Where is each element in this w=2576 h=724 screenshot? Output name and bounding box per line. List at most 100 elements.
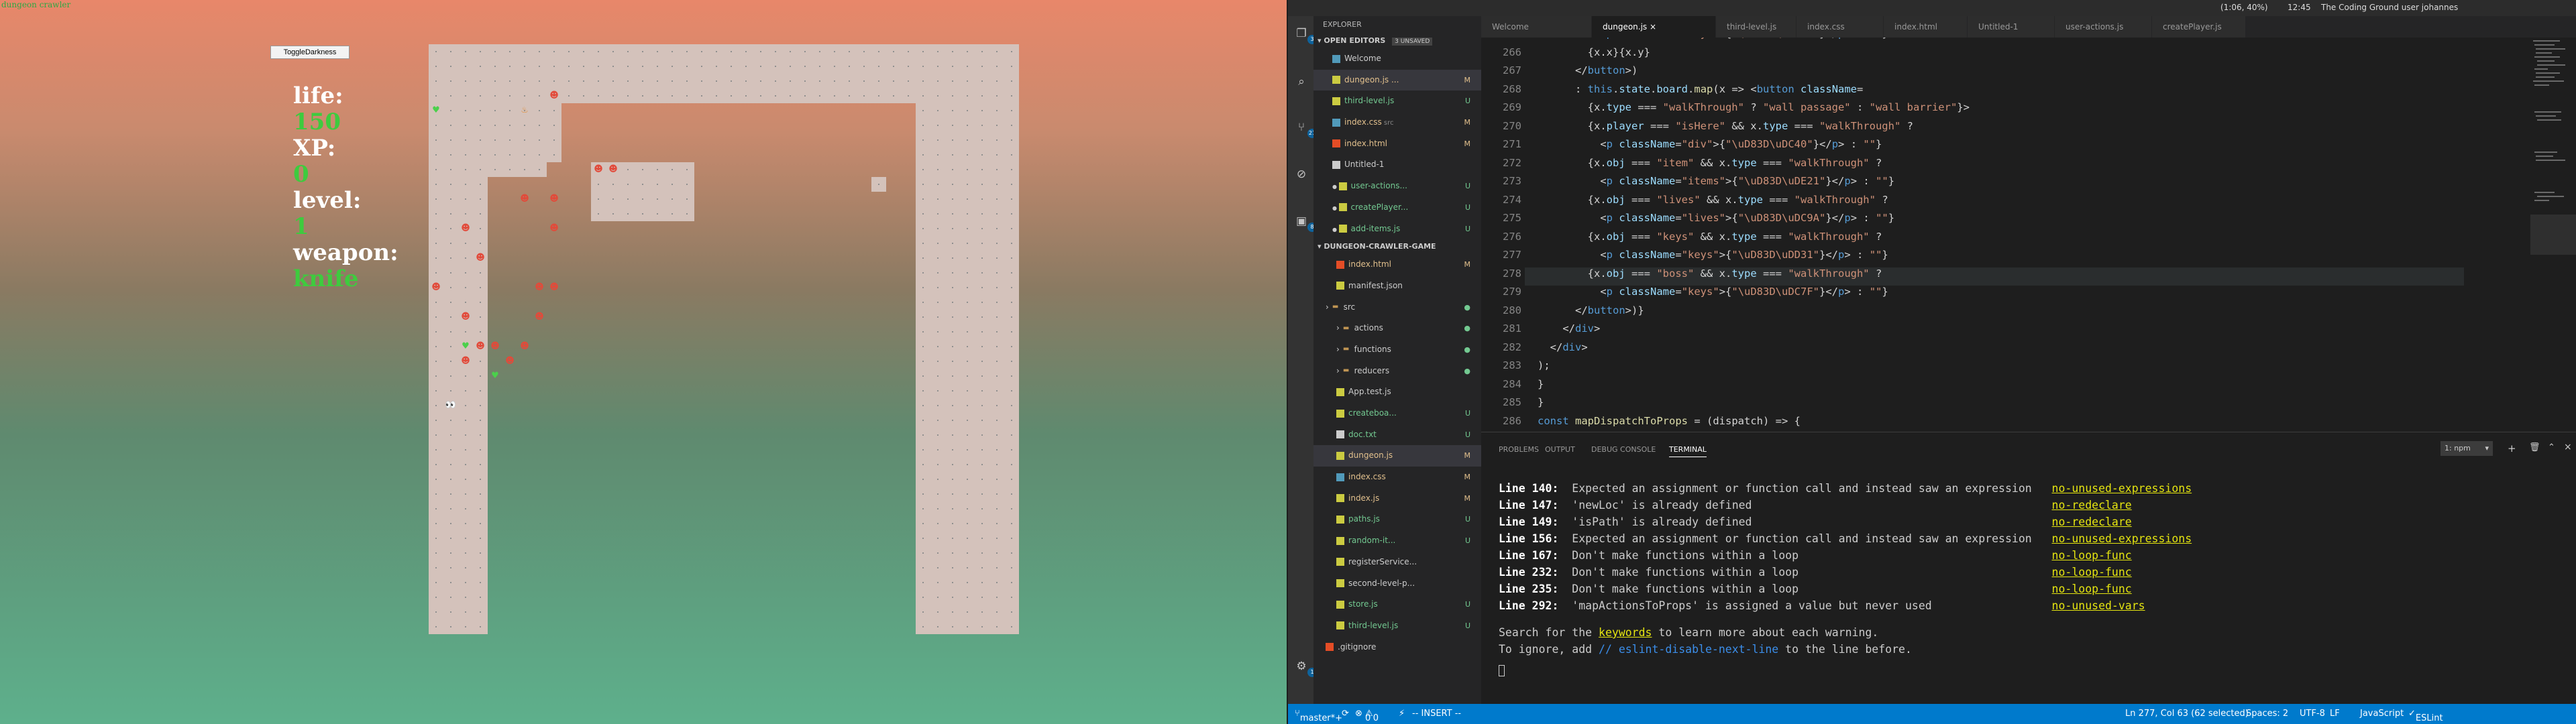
chevron-up-icon[interactable]: ⌃	[2548, 442, 2555, 452]
search-icon[interactable]: ⌕	[1294, 75, 1309, 90]
code-editor[interactable]: 265 <p className="keys">{"\uD83D\uDD31"}…	[1481, 38, 2576, 432]
editor-tab[interactable]: index.css	[1796, 16, 1884, 38]
file-item[interactable]: random-it... U	[1313, 530, 1481, 552]
file-item[interactable]: index.js M	[1313, 488, 1481, 509]
git-branch[interactable]: ⑂ master*+	[1295, 709, 1342, 723]
file-item[interactable]: doc.txt U	[1313, 424, 1481, 446]
rule-link[interactable]: no-redeclare	[2052, 516, 2132, 528]
encoding[interactable]: UTF-8	[2300, 709, 2325, 719]
gear-icon[interactable]: ⚙ 1	[1294, 660, 1317, 677]
code-line[interactable]: </div>	[1538, 341, 1588, 353]
file-item[interactable]: ● createPlayer... U	[1313, 197, 1481, 219]
extensions-icon[interactable]: ▣ 8	[1294, 215, 1317, 232]
code-line[interactable]: <p className="items">{"\uD83D\uDE21"}</p…	[1538, 175, 1894, 187]
editor-tab[interactable]: third-level.js	[1716, 16, 1796, 38]
file-item[interactable]: third-level.js U	[1313, 615, 1481, 637]
tab-problems[interactable]: PROBLEMS	[1499, 445, 1539, 454]
editor-tab[interactable]: index.html	[1884, 16, 1968, 38]
tab-debug-console[interactable]: DEBUG CONSOLE	[1591, 445, 1656, 454]
code-line[interactable]: </button>)}	[1538, 304, 1644, 316]
rule-link[interactable]: no-loop-func	[2052, 549, 2132, 562]
file-item[interactable]: registerService...	[1313, 552, 1481, 573]
file-item[interactable]: ● add-items.js U	[1313, 219, 1481, 240]
project-header[interactable]: ▾ DUNGEON-CRAWLER-GAME	[1313, 239, 1481, 254]
tab-terminal[interactable]: TERMINAL	[1669, 445, 1707, 457]
debug-icon[interactable]: ⊘	[1294, 168, 1309, 182]
file-item[interactable]: third-level.js U	[1313, 90, 1481, 112]
eslint-status[interactable]: ✓ ESLint	[2408, 709, 2443, 723]
add-terminal-icon[interactable]: +	[2508, 442, 2516, 455]
code-line[interactable]: <p className="keys">{"\uD83D\uDD31"}</p>…	[1538, 38, 1888, 40]
close-icon[interactable]: ×	[1647, 22, 1656, 32]
code-line[interactable]: const mapDispatchToProps = (dispatch) =>…	[1538, 415, 1801, 427]
code-line[interactable]: {x.x}{x.y}	[1538, 46, 1650, 58]
file-item[interactable]: › ▬ reducers ●	[1313, 361, 1481, 382]
explorer-icon[interactable]: ❐ 3	[1294, 27, 1317, 44]
file-item[interactable]: › ▬ src ●	[1313, 297, 1481, 318]
file-item[interactable]: createboa... U	[1313, 403, 1481, 424]
file-item[interactable]: Welcome	[1313, 48, 1481, 70]
file-item[interactable]: ● user-actions... U	[1313, 176, 1481, 197]
open-editors-header[interactable]: ▾ OPEN EDITORS 3 UNSAVED	[1313, 34, 1481, 48]
cursor-position[interactable]: Ln 277, Col 63 (62 selected)	[2125, 709, 2249, 719]
floor-tile	[916, 103, 930, 118]
keywords-link[interactable]: keywords	[1599, 626, 1652, 639]
code-line[interactable]: );	[1538, 359, 1550, 371]
editor-tab[interactable]: Untitled-1	[1968, 16, 2055, 38]
file-item[interactable]: paths.js U	[1313, 509, 1481, 530]
file-item[interactable]: › ▬ functions ●	[1313, 339, 1481, 361]
tab-output[interactable]: OUTPUT	[1545, 445, 1575, 454]
file-item[interactable]: store.js U	[1313, 594, 1481, 615]
editor-tab[interactable]: createPlayer.js	[2152, 16, 2246, 38]
code-line[interactable]: {x.obj === "keys" && x.type === "walkThr…	[1538, 231, 1882, 243]
editor-tab[interactable]: user-actions.js	[2055, 16, 2152, 38]
rule-link[interactable]: no-loop-func	[2052, 583, 2132, 595]
minimap[interactable]	[2530, 38, 2576, 432]
close-panel-icon[interactable]: ×	[2564, 442, 2572, 452]
code-line[interactable]: : this.state.board.map(x => <button clas…	[1538, 83, 1863, 95]
code-line[interactable]: {x.obj === "lives" && x.type === "walkTh…	[1538, 194, 1888, 206]
source-control-icon[interactable]: ⑂ 21	[1294, 121, 1317, 138]
code-line[interactable]: }	[1538, 396, 1544, 408]
user-name[interactable]: The Coding Ground user johannes	[2321, 3, 2458, 12]
file-item[interactable]: dungeon.js M	[1313, 445, 1481, 467]
file-item[interactable]: index.css src M	[1313, 112, 1481, 133]
code-line[interactable]: <p className="lives">{"\uD83D\uDC9A"}</p…	[1538, 212, 1894, 224]
rule-link[interactable]: no-unused-expressions	[2052, 532, 2192, 545]
code-line[interactable]: </button>)	[1538, 64, 1638, 76]
toggle-darkness-button[interactable]: ToggleDarkness	[270, 46, 350, 59]
file-item[interactable]: index.html M	[1313, 133, 1481, 155]
line-ending[interactable]: LF	[2330, 709, 2340, 719]
code-line[interactable]: {x.obj === "item" && x.type === "walkThr…	[1538, 157, 1882, 169]
code-line[interactable]: }	[1538, 378, 1544, 390]
file-item[interactable]: dungeon.js ... M	[1313, 69, 1481, 91]
code-line[interactable]: {x.obj === "boss" && x.type === "walkThr…	[1538, 267, 1882, 280]
file-item[interactable]: index.html M	[1313, 254, 1481, 276]
problems-count[interactable]: ⊗ 0 ⚠ 0	[1355, 709, 1379, 723]
code-line[interactable]: <p className="div">{"\uD83D\uDC40"}</p> …	[1538, 138, 1882, 150]
code-line[interactable]: <p className="keys">{"\uD83D\uDC7F"}</p>…	[1538, 286, 1888, 298]
rule-link[interactable]: no-redeclare	[2052, 499, 2132, 511]
editor-tab[interactable]: dungeon.js ×	[1592, 16, 1716, 38]
file-item[interactable]: Untitled-1	[1313, 154, 1481, 176]
terminal-output[interactable]: Line 140: Expected an assignment or func…	[1499, 480, 2192, 681]
code-line[interactable]: {x.type === "walkThrough" ? "wall passag…	[1538, 101, 1970, 113]
code-line[interactable]: </div>	[1538, 322, 1600, 335]
file-item[interactable]: .gitignore	[1313, 637, 1481, 658]
indentation[interactable]: Spaces: 2	[2246, 709, 2288, 719]
terminal-select[interactable]: 1: npm ▾	[2440, 441, 2493, 456]
language-mode[interactable]: JavaScript	[2360, 709, 2404, 719]
trash-icon[interactable]: 🗑	[2529, 442, 2540, 452]
rule-link[interactable]: no-loop-func	[2052, 566, 2132, 579]
file-item[interactable]: second-level-p...	[1313, 573, 1481, 595]
file-item[interactable]: index.css M	[1313, 467, 1481, 488]
sync-icon[interactable]: ⟳	[1342, 709, 1349, 719]
editor-tab[interactable]: Welcome	[1481, 16, 1592, 38]
file-item[interactable]: › ▬ actions ●	[1313, 318, 1481, 339]
code-line[interactable]: <p className="keys">{"\uD83D\uDD31"}</p>…	[1538, 249, 1888, 261]
code-line[interactable]: {x.player === "isHere" && x.type === "wa…	[1538, 120, 1913, 132]
rule-link[interactable]: no-unused-expressions	[2052, 482, 2192, 495]
file-item[interactable]: manifest.json	[1313, 276, 1481, 297]
file-item[interactable]: App.test.js	[1313, 381, 1481, 403]
rule-link[interactable]: no-unused-vars	[2052, 599, 2145, 612]
